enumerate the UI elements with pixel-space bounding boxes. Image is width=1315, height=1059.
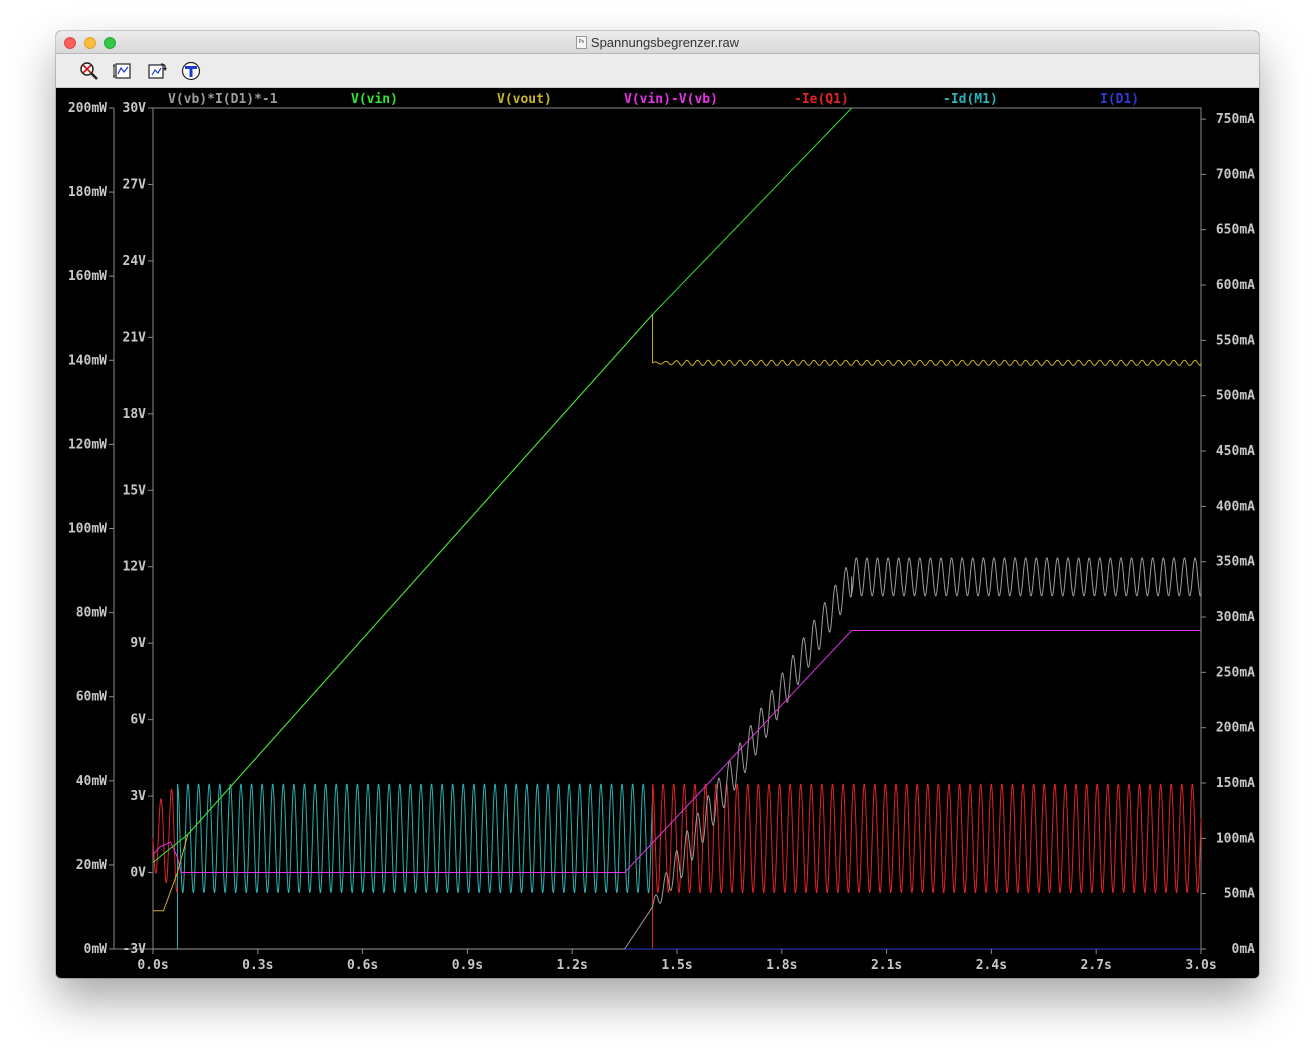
voltage-tick-label: 21V bbox=[123, 330, 147, 345]
power-tick-label: 160mW bbox=[68, 269, 107, 284]
voltage-tick-label: -3V bbox=[123, 942, 147, 957]
voltage-tick-label: 12V bbox=[123, 560, 147, 575]
voltage-tick-label: 15V bbox=[123, 483, 147, 498]
voltage-tick-label: 30V bbox=[123, 101, 147, 116]
time-tick-label: 3.0s bbox=[1185, 958, 1216, 973]
time-tick-label: 0.0s bbox=[137, 958, 168, 973]
toolbar bbox=[56, 54, 1259, 88]
time-tick-label: 0.3s bbox=[242, 958, 273, 973]
current-tick-label: 350mA bbox=[1216, 555, 1255, 570]
waveform-viewer-window: Ps Spannungsbegrenzer.raw V(vb)*I(D1)*-1… bbox=[56, 31, 1259, 978]
time-tick-label: 0.9s bbox=[452, 958, 483, 973]
legend-entry[interactable]: V(vb)*I(D1)*-1 bbox=[168, 92, 278, 107]
voltage-tick-label: 27V bbox=[123, 177, 147, 192]
current-tick-label: 500mA bbox=[1216, 389, 1255, 404]
voltage-tick-label: 0V bbox=[130, 866, 146, 881]
cursor-probe-button[interactable] bbox=[180, 61, 202, 81]
current-tick-label: 750mA bbox=[1216, 112, 1255, 127]
legend-entry[interactable]: I(D1) bbox=[1100, 92, 1139, 107]
cursor-probe-icon bbox=[181, 61, 201, 81]
current-tick-label: 650mA bbox=[1216, 223, 1255, 238]
current-tick-label: 550mA bbox=[1216, 333, 1255, 348]
time-tick-label: 2.4s bbox=[976, 958, 1007, 973]
power-tick-label: 0mW bbox=[84, 942, 108, 957]
current-tick-label: 400mA bbox=[1216, 499, 1255, 514]
time-tick-label: 1.2s bbox=[557, 958, 588, 973]
legend-entry[interactable]: -Ie(Q1) bbox=[794, 92, 849, 107]
power-tick-label: 20mW bbox=[76, 858, 107, 873]
power-tick-label: 140mW bbox=[68, 353, 107, 368]
window-title-wrap: Ps Spannungsbegrenzer.raw bbox=[56, 31, 1259, 54]
voltage-tick-label: 24V bbox=[123, 254, 147, 269]
autorange-button[interactable] bbox=[112, 61, 134, 81]
power-tick-label: 80mW bbox=[76, 606, 107, 621]
voltage-tick-label: 9V bbox=[130, 636, 146, 651]
power-tick-label: 180mW bbox=[68, 185, 107, 200]
legend-entry[interactable]: V(vout) bbox=[497, 92, 552, 107]
legend-entry[interactable]: V(vin) bbox=[351, 92, 398, 107]
power-tick-label: 100mW bbox=[68, 522, 107, 537]
current-tick-label: 100mA bbox=[1216, 831, 1255, 846]
power-tick-label: 200mW bbox=[68, 101, 107, 116]
time-tick-label: 0.6s bbox=[347, 958, 378, 973]
title-bar[interactable]: Ps Spannungsbegrenzer.raw bbox=[56, 31, 1259, 54]
current-tick-label: 150mA bbox=[1216, 776, 1255, 791]
zoom-cancel-button[interactable] bbox=[78, 61, 100, 81]
zoom-cancel-icon bbox=[80, 62, 98, 80]
time-tick-label: 1.5s bbox=[661, 958, 692, 973]
voltage-tick-label: 3V bbox=[130, 789, 146, 804]
current-tick-label: 0mA bbox=[1232, 942, 1256, 957]
power-tick-label: 120mW bbox=[68, 437, 107, 452]
undo-zoom-button[interactable] bbox=[146, 61, 168, 81]
legend-entry[interactable]: V(vin)-V(vb) bbox=[624, 92, 718, 107]
current-tick-label: 600mA bbox=[1216, 278, 1255, 293]
power-tick-label: 60mW bbox=[76, 690, 107, 705]
current-tick-label: 300mA bbox=[1216, 610, 1255, 625]
current-tick-label: 450mA bbox=[1216, 444, 1255, 459]
current-tick-label: 700mA bbox=[1216, 167, 1255, 182]
power-tick-label: 40mW bbox=[76, 774, 107, 789]
time-tick-label: 1.8s bbox=[766, 958, 797, 973]
waveform-plot[interactable]: V(vb)*I(D1)*-1 V(vin) V(vout) V(vin)-V(vb) -… bbox=[56, 88, 1259, 978]
legend-entry[interactable]: -Id(M1) bbox=[943, 92, 998, 107]
voltage-tick-label: 6V bbox=[130, 713, 146, 728]
voltage-tick-label: 18V bbox=[123, 407, 147, 422]
window-title: Spannungsbegrenzer.raw bbox=[590, 35, 740, 50]
time-tick-label: 2.1s bbox=[871, 958, 902, 973]
autorange-icon bbox=[113, 63, 131, 79]
time-tick-label: 2.7s bbox=[1081, 958, 1112, 973]
current-tick-label: 250mA bbox=[1216, 665, 1255, 680]
undo-zoom-icon bbox=[148, 63, 167, 79]
current-tick-label: 50mA bbox=[1224, 887, 1255, 902]
current-tick-label: 200mA bbox=[1216, 721, 1255, 736]
file-icon: Ps bbox=[575, 36, 587, 49]
